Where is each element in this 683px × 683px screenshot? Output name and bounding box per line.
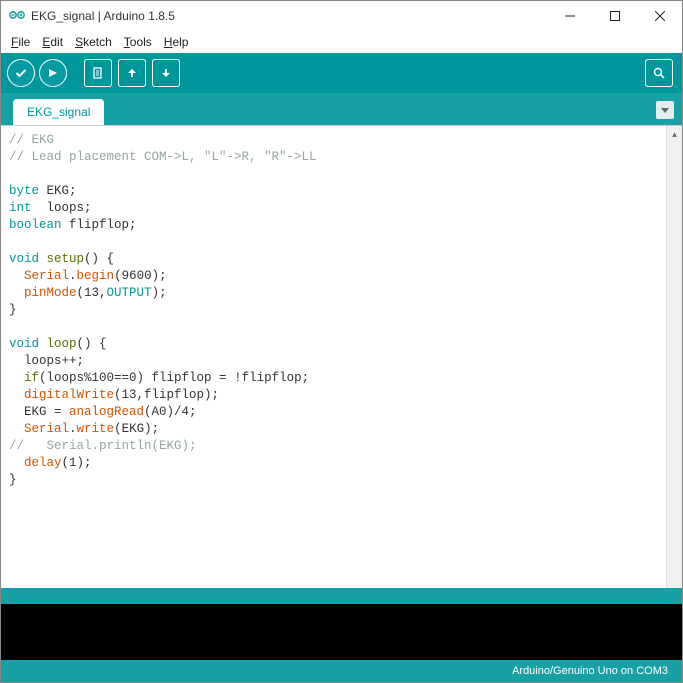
code-text: (13, (77, 286, 107, 300)
console-output[interactable] (1, 604, 682, 660)
titlebar: EKG_signal | Arduino 1.8.5 (1, 1, 682, 31)
code-keyword: int (9, 201, 32, 215)
code-text: ); (152, 286, 167, 300)
code-text: EKG = (9, 405, 69, 419)
code-text: () { (77, 337, 107, 351)
code-keyword: boolean (9, 218, 62, 232)
serial-monitor-button[interactable] (645, 59, 673, 87)
code-text: } (9, 473, 17, 487)
code-keyword: if (24, 371, 39, 385)
menu-tools[interactable]: Tools (120, 33, 156, 51)
code-text: () { (84, 252, 114, 266)
tab-bar: EKG_signal (1, 93, 682, 125)
code-text: } (9, 303, 17, 317)
window-controls (547, 1, 682, 31)
code-editor[interactable]: // EKG // Lead placement COM->L, "L"->R,… (1, 126, 666, 588)
menu-help[interactable]: Help (160, 33, 193, 51)
upload-button[interactable] (39, 59, 67, 87)
tab-ekg-signal[interactable]: EKG_signal (13, 99, 104, 125)
save-button[interactable] (152, 59, 180, 87)
code-function: digitalWrite (24, 388, 114, 402)
code-text: loops; (32, 201, 92, 215)
window-title: EKG_signal | Arduino 1.8.5 (31, 9, 547, 23)
minimize-button[interactable] (547, 1, 592, 31)
menu-edit[interactable]: Edit (38, 33, 67, 51)
arduino-logo-icon (9, 8, 25, 24)
code-text: (13,flipflop); (114, 388, 219, 402)
code-keyword: void (9, 337, 39, 351)
tab-menu-button[interactable] (656, 101, 674, 119)
code-function: delay (24, 456, 62, 470)
code-keyword: byte (9, 184, 39, 198)
footer-bar: Arduino/Genuino Uno on COM3 (1, 660, 682, 682)
maximize-button[interactable] (592, 1, 637, 31)
code-text: loops++; (9, 354, 84, 368)
scroll-up-icon[interactable]: ▴ (667, 126, 682, 142)
close-button[interactable] (637, 1, 682, 31)
open-button[interactable] (118, 59, 146, 87)
code-text: EKG; (39, 184, 77, 198)
code-method: begin (77, 269, 115, 283)
editor-area: // EKG // Lead placement COM->L, "L"->R,… (1, 125, 682, 588)
code-function: loop (47, 337, 77, 351)
code-text: (1); (62, 456, 92, 470)
code-text: (A0)/4; (144, 405, 197, 419)
code-text: flipflop; (62, 218, 137, 232)
verify-button[interactable] (7, 59, 35, 87)
code-method: write (77, 422, 115, 436)
code-function: setup (47, 252, 85, 266)
code-builtin: Serial (24, 422, 69, 436)
menubar: File Edit Sketch Tools Help (1, 31, 682, 53)
board-info: Arduino/Genuino Uno on COM3 (512, 665, 668, 677)
code-comment: // EKG (9, 133, 54, 147)
code-text: (loops%100==0) flipflop = !flipflop; (39, 371, 309, 385)
code-function: analogRead (69, 405, 144, 419)
arduino-ide-window: EKG_signal | Arduino 1.8.5 File Edit Ske… (0, 0, 683, 683)
code-comment: // Serial.println(EKG); (9, 439, 197, 453)
code-text: (9600); (114, 269, 167, 283)
new-button[interactable] (84, 59, 112, 87)
menu-sketch[interactable]: Sketch (71, 33, 116, 51)
code-constant: OUTPUT (107, 286, 152, 300)
code-builtin: Serial (24, 269, 69, 283)
menu-file[interactable]: File (7, 33, 34, 51)
code-text: (EKG); (114, 422, 159, 436)
code-function: pinMode (24, 286, 77, 300)
vertical-scrollbar[interactable]: ▴ (666, 126, 682, 588)
status-bar (1, 588, 682, 604)
code-keyword: void (9, 252, 39, 266)
toolbar (1, 53, 682, 93)
code-comment: // Lead placement COM->L, "L"->R, "R"->L… (9, 150, 317, 164)
